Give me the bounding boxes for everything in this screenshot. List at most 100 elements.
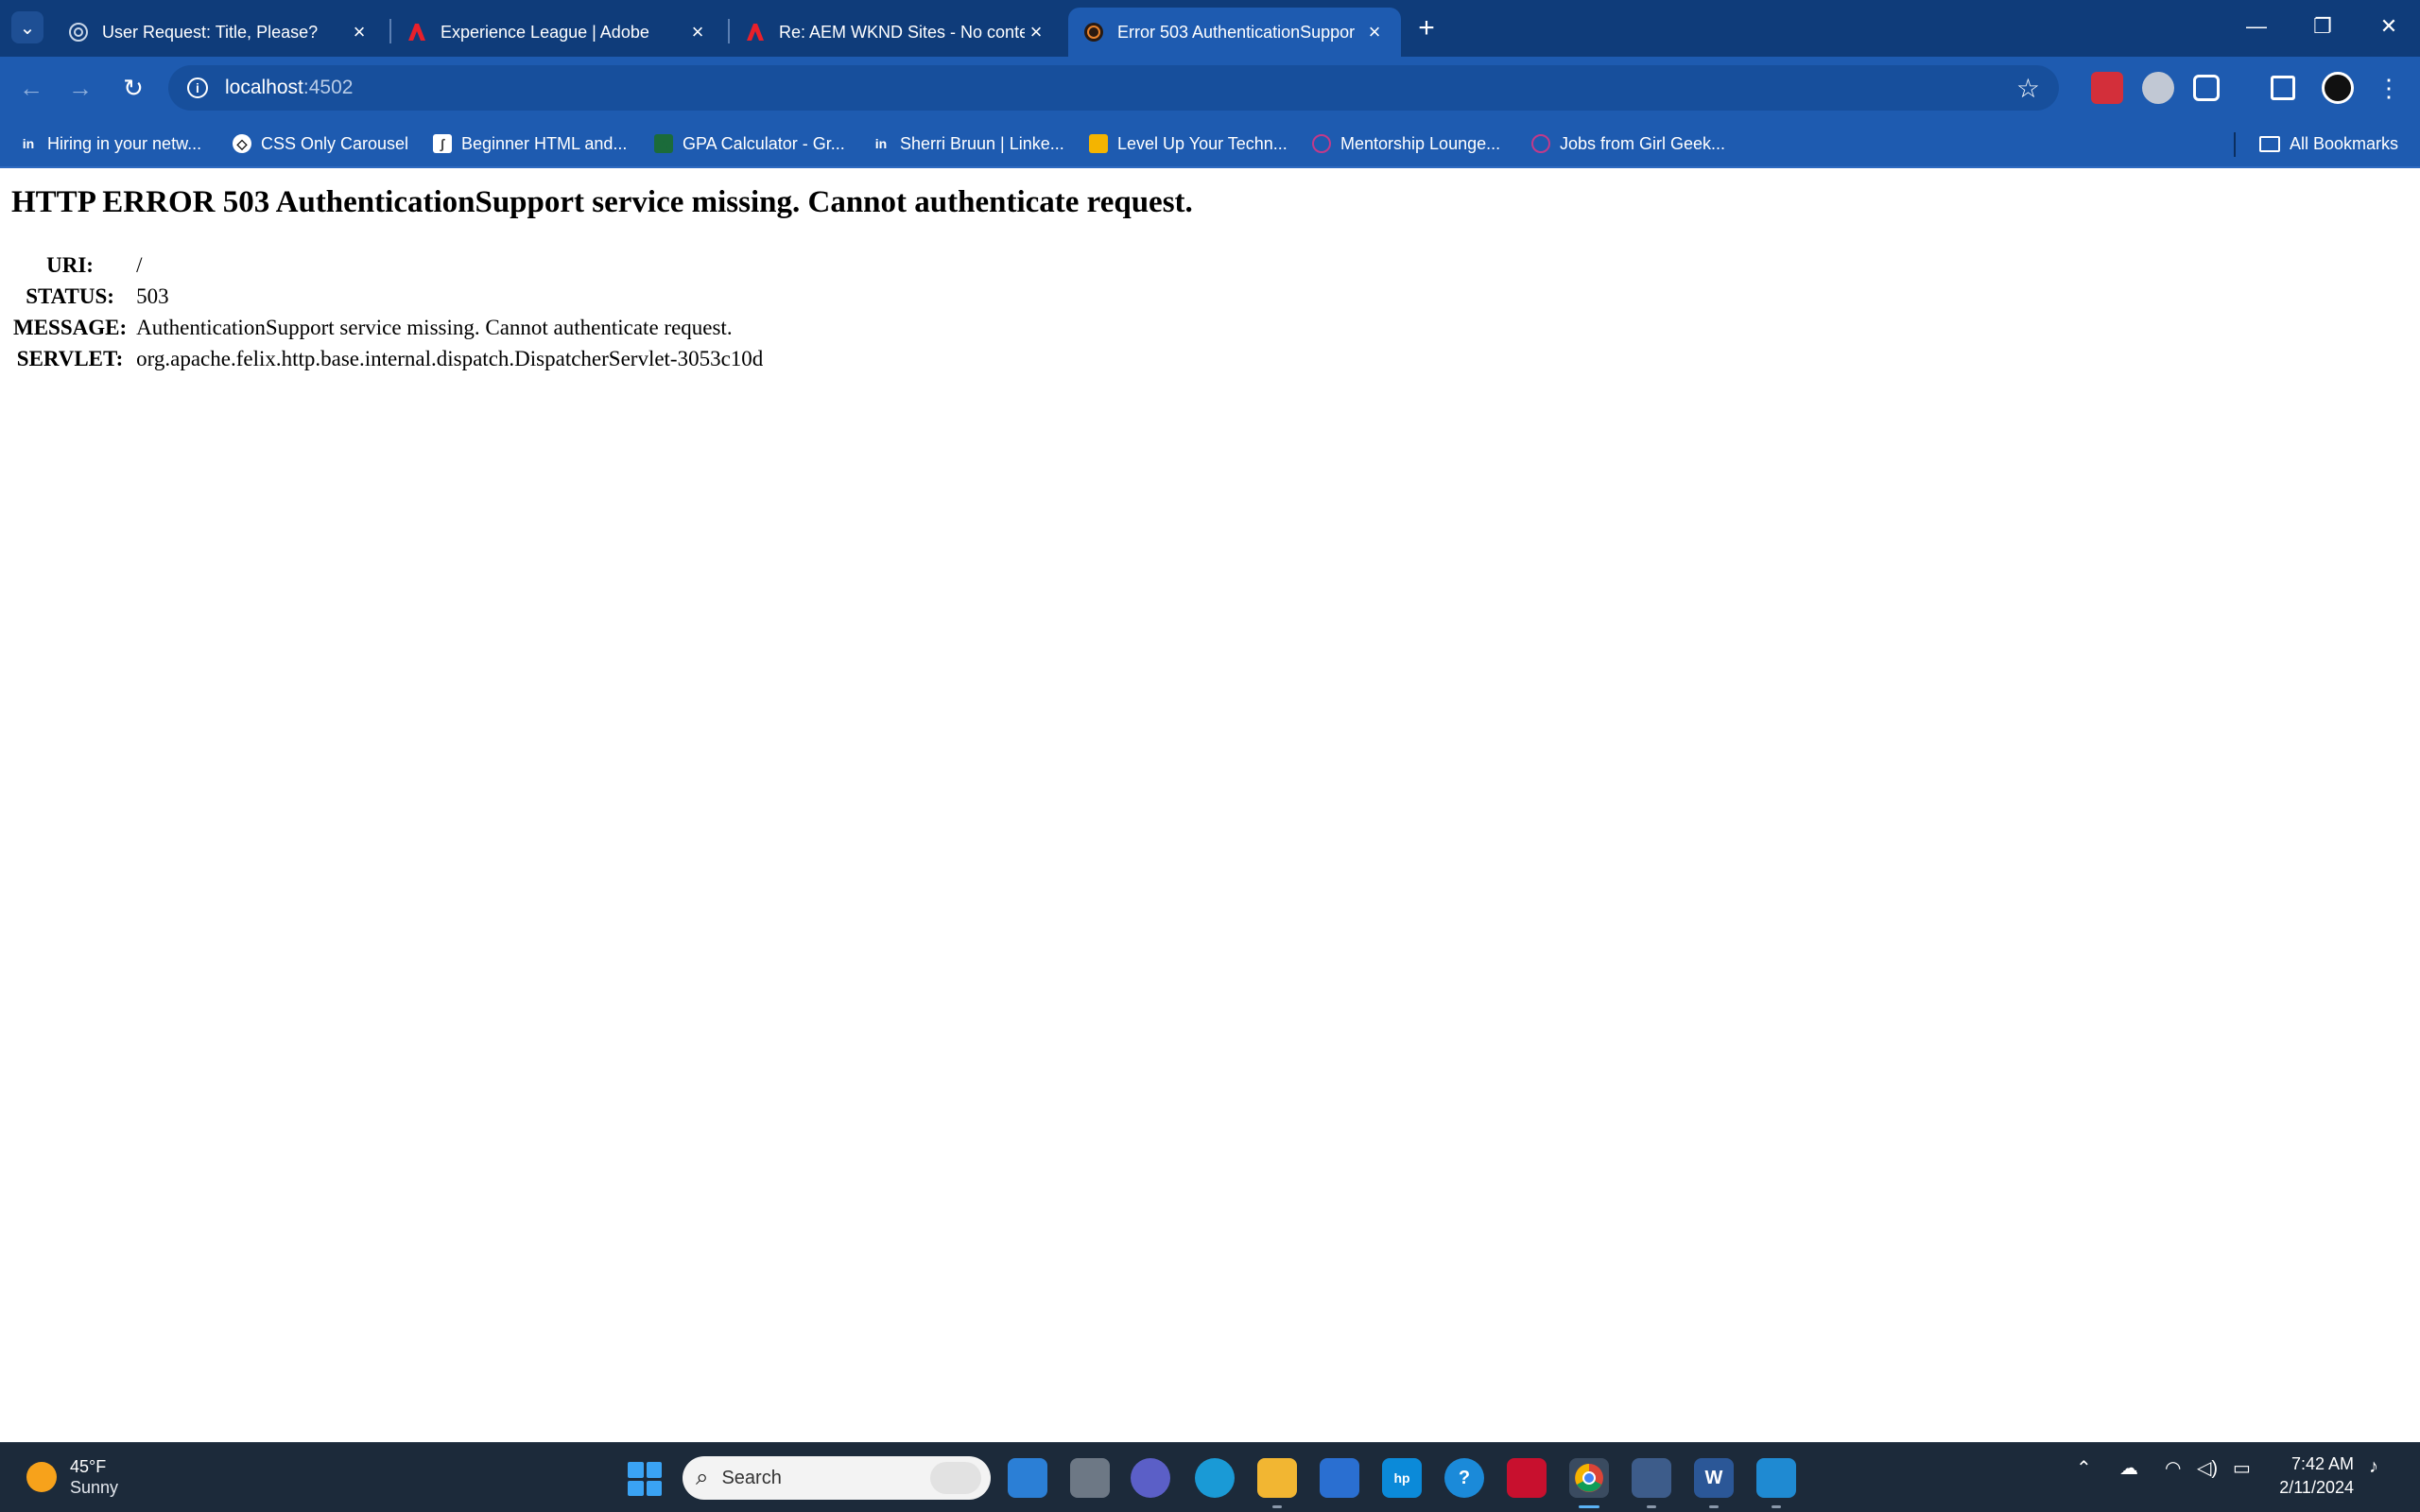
tab-aem-wknd[interactable]: Re: AEM WKND Sites - No conte × (730, 8, 1063, 57)
search-label: Search (721, 1467, 782, 1488)
copilot-icon[interactable] (930, 1462, 981, 1494)
clock-date: 2/11/2024 (2279, 1478, 2354, 1497)
clock-time: 7:42 AM (2290, 1454, 2354, 1473)
grad-cap-icon: ▲ (654, 134, 673, 153)
search-icon: ⌕ (696, 1465, 709, 1490)
tab-title: Re: AEM WKND Sites - No conte (779, 22, 1025, 42)
volume-icon[interactable]: ◁) (2197, 1456, 2218, 1480)
tab-error-503[interactable]: Error 503 AuthenticationSuppor × (1068, 8, 1401, 57)
taskbar-search[interactable]: ⌕ Search (683, 1456, 991, 1500)
bookmark-label: Hiring in your netw... (47, 133, 202, 153)
copilot-preview-app-icon[interactable] (1008, 1458, 1047, 1498)
chevron-up-icon[interactable]: ⌃ (2076, 1456, 2092, 1480)
restore-button[interactable]: ❐ (2290, 8, 2356, 45)
microsoft-store-icon[interactable] (1320, 1458, 1359, 1498)
menu-button[interactable]: ⋮ (2371, 70, 2407, 106)
teams-chat-icon[interactable] (1131, 1458, 1170, 1498)
tab-experience-league[interactable]: Experience League | Adobe × (391, 8, 724, 57)
toolbar: ← → ↻ i localhost:4502 ☆ ⋮ (0, 57, 2420, 119)
error-details-table: URI: / STATUS: 503 MESSAGE: Authenticati… (11, 249, 767, 374)
minimize-icon: — (2246, 14, 2267, 38)
codepen-icon: ◇ (233, 134, 251, 153)
chatgpt-icon (68, 22, 89, 43)
extension-icon[interactable] (2142, 72, 2174, 104)
tab-title: Experience League | Adobe (441, 22, 649, 42)
close-window-button[interactable]: ✕ (2356, 8, 2420, 45)
tab-user-request[interactable]: User Request: Title, Please? × (53, 8, 386, 57)
tab-strip: ⌄ User Request: Title, Please? × Experie… (0, 0, 2420, 57)
bookmark-item[interactable]: Mentorship Lounge... (1312, 129, 1500, 159)
bookmark-label: Level Up Your Techn... (1117, 133, 1288, 153)
minimize-button[interactable]: — (2223, 8, 2290, 45)
close-icon: ✕ (2379, 14, 2398, 38)
bookmark-item[interactable]: Jobs from Girl Geek... (1531, 129, 1725, 159)
bookmark-item[interactable]: ∫ Beginner HTML and... (433, 129, 627, 159)
start-button[interactable] (628, 1462, 662, 1496)
chrome-icon[interactable] (1569, 1458, 1609, 1498)
bookmark-item[interactable]: in Sherri Bruun | Linke... (872, 129, 1064, 159)
reload-button[interactable]: ↻ (115, 70, 151, 106)
side-panel-icon[interactable] (2271, 76, 2295, 100)
back-button[interactable]: ← (13, 70, 49, 106)
address-port: :4502 (302, 77, 354, 98)
girl-geek-icon (1312, 134, 1331, 153)
help-icon[interactable]: ? (1444, 1458, 1484, 1498)
all-bookmarks-label: All Bookmarks (2290, 133, 2399, 153)
bookmarks-bar: in Hiring in your netw... ◇ CSS Only Car… (0, 119, 2420, 168)
notification-bell-icon[interactable]: ♪ (2369, 1456, 2378, 1478)
running-indicator (1272, 1505, 1282, 1508)
git-gui-icon[interactable] (1632, 1458, 1671, 1498)
bookmark-item[interactable]: in Hiring in your netw... (19, 129, 201, 159)
sun-icon (26, 1462, 57, 1492)
bookmark-item[interactable]: ▲ GPA Calculator - Gr... (654, 129, 845, 159)
running-indicator (1709, 1505, 1719, 1508)
plus-icon: + (1418, 12, 1435, 43)
bookmark-label: Jobs from Girl Geek... (1560, 133, 1726, 153)
site-info-icon[interactable]: i (187, 77, 208, 98)
forward-arrow-icon: → (68, 74, 93, 102)
mendeley-extension-icon[interactable] (2091, 72, 2123, 104)
close-icon[interactable]: × (1363, 20, 1386, 44)
weather-widget[interactable]: 45°F Sunny (26, 1456, 118, 1498)
task-view-icon[interactable] (1070, 1458, 1110, 1498)
chevron-down-icon: ⌄ (19, 17, 36, 39)
slides-icon (1089, 134, 1108, 153)
adobe-icon (406, 22, 427, 43)
extensions-puzzle-icon[interactable] (2193, 75, 2220, 101)
new-tab-button[interactable]: + (1410, 13, 1443, 45)
tab-search-button[interactable]: ⌄ (11, 11, 43, 43)
word-icon[interactable]: W (1694, 1458, 1734, 1498)
folder-icon (2259, 135, 2280, 152)
close-icon[interactable]: × (1025, 20, 1047, 44)
bookmark-label: CSS Only Carousel (261, 133, 409, 153)
bookmark-item[interactable]: Level Up Your Techn... (1089, 129, 1288, 159)
bookmarks-divider (2234, 132, 2236, 157)
bookmark-star-icon[interactable]: ☆ (2016, 73, 2040, 104)
bookmark-label: Mentorship Lounge... (1340, 133, 1501, 153)
all-bookmarks-button[interactable]: All Bookmarks (2259, 129, 2398, 159)
profile-avatar[interactable] (2322, 72, 2354, 104)
myhp-icon[interactable]: hp (1382, 1458, 1422, 1498)
kebab-menu-icon: ⋮ (2377, 74, 2401, 102)
mcafee-icon[interactable] (1507, 1458, 1547, 1498)
linkedin-icon: in (22, 136, 35, 151)
wifi-icon[interactable]: ◠ (2165, 1456, 2181, 1480)
bookmark-label: GPA Calculator - Gr... (683, 133, 845, 153)
servlet-label: SERVLET: (16, 346, 124, 370)
close-icon[interactable]: × (686, 20, 709, 44)
address-bar[interactable]: i localhost:4502 ☆ (168, 65, 2059, 111)
bookmark-item[interactable]: ◇ CSS Only Carousel (233, 129, 408, 159)
table-row: MESSAGE: AuthenticationSupport service m… (11, 312, 767, 343)
message-label: MESSAGE: (13, 315, 128, 339)
close-icon[interactable]: × (348, 20, 371, 44)
table-row: URI: / (11, 249, 767, 281)
file-explorer-icon[interactable] (1257, 1458, 1297, 1498)
clock[interactable]: 7:42 AM 2/11/2024 (2276, 1452, 2354, 1500)
edge-icon[interactable] (1195, 1458, 1235, 1498)
bookmark-label: Beginner HTML and... (461, 133, 628, 153)
onedrive-icon[interactable]: ☁ (2119, 1456, 2138, 1480)
forward-button[interactable]: → (62, 70, 98, 106)
vscode-icon[interactable] (1756, 1458, 1796, 1498)
windows-logo-icon (628, 1462, 644, 1478)
battery-icon[interactable]: ▭ (2233, 1456, 2251, 1480)
